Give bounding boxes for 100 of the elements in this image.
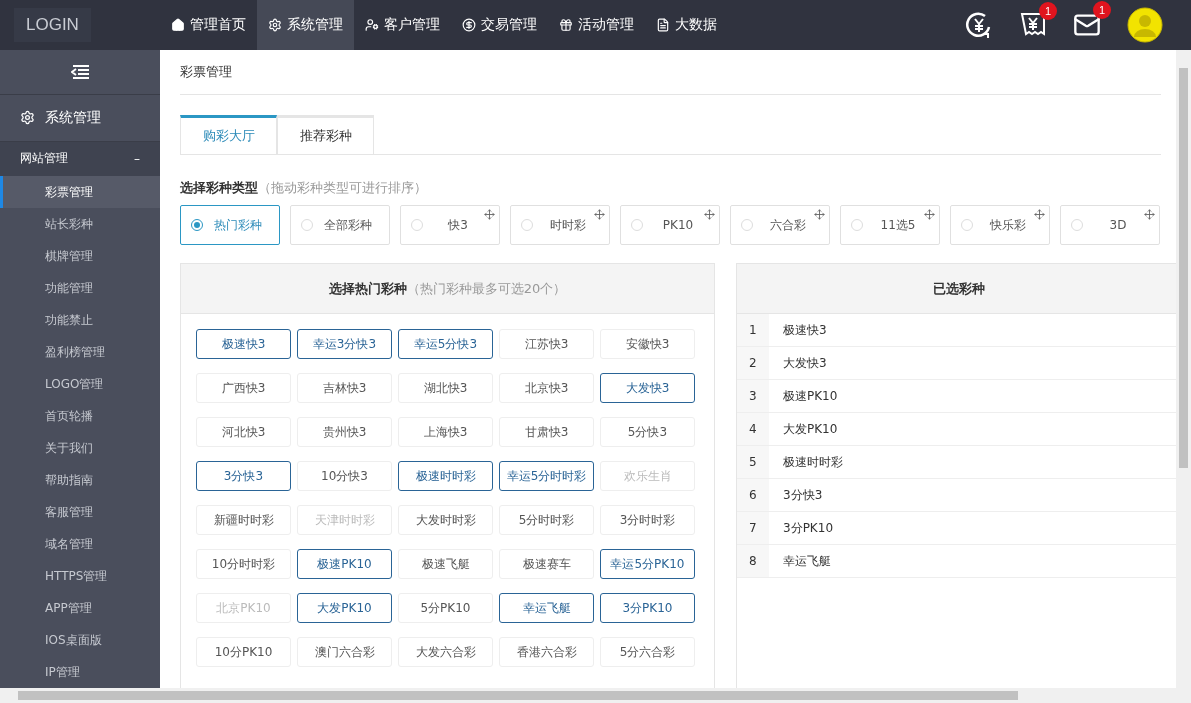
lottery-option[interactable]: 极速快3 [196, 329, 291, 359]
type-option[interactable]: 3D [1060, 205, 1160, 245]
lottery-option[interactable]: 大发六合彩 [398, 637, 493, 667]
type-option[interactable]: 快3 [400, 205, 500, 245]
type-option[interactable]: 时时彩 [510, 205, 610, 245]
lottery-option[interactable]: 幸运飞艇 [499, 593, 594, 623]
brand-logo[interactable]: LOGIN [14, 8, 91, 42]
vertical-scrollbar[interactable] [1176, 50, 1191, 688]
lottery-option[interactable]: 5分PK10 [398, 593, 493, 623]
sidebar-item[interactable]: 功能管理 [0, 272, 160, 304]
sidebar-item[interactable]: 彩票管理 [0, 176, 160, 208]
sidebar-item[interactable]: APP管理 [0, 592, 160, 624]
lottery-option[interactable]: 5分六合彩 [600, 637, 695, 667]
lottery-option[interactable]: 江苏快3 [499, 329, 594, 359]
drag-icon[interactable] [594, 209, 605, 220]
sidebar-item[interactable]: IP管理 [0, 656, 160, 688]
lottery-option[interactable]: 5分时时彩 [499, 505, 594, 535]
lottery-option[interactable]: 幸运3分快3 [297, 329, 392, 359]
lottery-option[interactable]: 河北快3 [196, 417, 291, 447]
nav-tab[interactable]: 管理首页 [160, 0, 257, 50]
lottery-option[interactable]: 北京快3 [499, 373, 594, 403]
nav-tab[interactable]: 系统管理 [257, 0, 354, 50]
row-number: 5 [737, 446, 769, 478]
drag-icon[interactable] [1144, 209, 1155, 220]
lottery-option[interactable]: 幸运5分PK10 [600, 549, 695, 579]
home-icon [171, 18, 185, 32]
nav-tab[interactable]: 交易管理 [451, 0, 548, 50]
lottery-option[interactable]: 甘肃快3 [499, 417, 594, 447]
type-option[interactable]: 六合彩 [730, 205, 830, 245]
lottery-option[interactable]: 安徽快3 [600, 329, 695, 359]
sidebar-item[interactable]: 棋牌管理 [0, 240, 160, 272]
document-icon [656, 18, 670, 32]
sidebar-section-title: 系统管理 [45, 108, 101, 127]
row-number: 4 [737, 413, 769, 445]
sidebar-group-label[interactable]: 网站管理 [20, 150, 68, 168]
lottery-option[interactable]: 10分时时彩 [196, 549, 291, 579]
sidebar-item[interactable]: 关于我们 [0, 432, 160, 464]
sidebar-item[interactable]: IOS桌面版 [0, 624, 160, 656]
sidebar-group[interactable]: 网站管理 – [0, 141, 160, 176]
horizontal-scrollbar[interactable] [0, 688, 1191, 703]
lottery-option[interactable]: 3分快3 [196, 461, 291, 491]
page-title: 彩票管理 [180, 63, 232, 81]
drag-icon[interactable] [814, 209, 825, 220]
drag-icon[interactable] [924, 209, 935, 220]
drag-icon[interactable] [484, 209, 495, 220]
tab[interactable]: 推荐彩种 [277, 115, 374, 155]
lottery-option[interactable]: 3分PK10 [600, 593, 695, 623]
sidebar-item[interactable]: 客服管理 [0, 496, 160, 528]
notification-badge: 1 [1039, 2, 1057, 20]
sidebar-item[interactable]: HTTPS管理 [0, 560, 160, 592]
lottery-option[interactable]: 贵州快3 [297, 417, 392, 447]
nav-tab[interactable]: 客户管理 [354, 0, 451, 50]
lottery-option[interactable]: 广西快3 [196, 373, 291, 403]
nav-tab[interactable]: 活动管理 [548, 0, 645, 50]
coin-icon [462, 18, 476, 32]
lottery-option[interactable]: 香港六合彩 [499, 637, 594, 667]
type-option[interactable]: 11选5 [840, 205, 940, 245]
sidebar-item[interactable]: 站长彩种 [0, 208, 160, 240]
sidebar-item[interactable]: 功能禁止 [0, 304, 160, 336]
lottery-option[interactable]: 3分时时彩 [600, 505, 695, 535]
row-number: 3 [737, 380, 769, 412]
gift-icon [559, 18, 573, 32]
lottery-option[interactable]: 10分PK10 [196, 637, 291, 667]
lottery-option[interactable]: 极速时时彩 [398, 461, 493, 491]
nav-tab[interactable]: 大数据 [645, 0, 728, 50]
row-number: 2 [737, 347, 769, 379]
sidebar-item[interactable]: 首页轮播 [0, 400, 160, 432]
type-option[interactable]: PK10 [620, 205, 720, 245]
drag-icon[interactable] [704, 209, 715, 220]
sidebar-item[interactable]: LOGO管理 [0, 368, 160, 400]
lottery-option[interactable]: 极速PK10 [297, 549, 392, 579]
lottery-option[interactable]: 幸运5分时时彩 [499, 461, 594, 491]
type-option[interactable]: 热门彩种 [180, 205, 280, 245]
sidebar-item[interactable]: 帮助指南 [0, 464, 160, 496]
lottery-option[interactable]: 上海快3 [398, 417, 493, 447]
sidebar-item[interactable]: 域名管理 [0, 528, 160, 560]
receipt-icon[interactable] [1019, 12, 1047, 38]
yen-refresh-icon[interactable] [965, 11, 993, 39]
lottery-option[interactable]: 极速赛车 [499, 549, 594, 579]
lottery-option[interactable]: 幸运5分快3 [398, 329, 493, 359]
lottery-option[interactable]: 大发PK10 [297, 593, 392, 623]
collapse-toggle[interactable]: – [134, 151, 140, 166]
lottery-option[interactable]: 大发快3 [600, 373, 695, 403]
lottery-option[interactable]: 澳门六合彩 [297, 637, 392, 667]
user-icon [365, 18, 379, 32]
type-option[interactable]: 全部彩种 [290, 205, 390, 245]
lottery-option[interactable]: 极速飞艇 [398, 549, 493, 579]
lottery-option[interactable]: 5分快3 [600, 417, 695, 447]
lottery-option[interactable]: 吉林快3 [297, 373, 392, 403]
type-option[interactable]: 快乐彩 [950, 205, 1050, 245]
lottery-option[interactable]: 新疆时时彩 [196, 505, 291, 535]
lottery-option[interactable]: 10分快3 [297, 461, 392, 491]
sidebar-item[interactable]: 盈利榜管理 [0, 336, 160, 368]
avatar-icon[interactable] [1127, 7, 1163, 43]
tab[interactable]: 购彩大厅 [180, 115, 277, 155]
lottery-option[interactable]: 湖北快3 [398, 373, 493, 403]
lottery-option[interactable]: 大发时时彩 [398, 505, 493, 535]
menu-icon[interactable] [71, 65, 89, 79]
drag-icon[interactable] [1034, 209, 1045, 220]
row-number: 6 [737, 479, 769, 511]
